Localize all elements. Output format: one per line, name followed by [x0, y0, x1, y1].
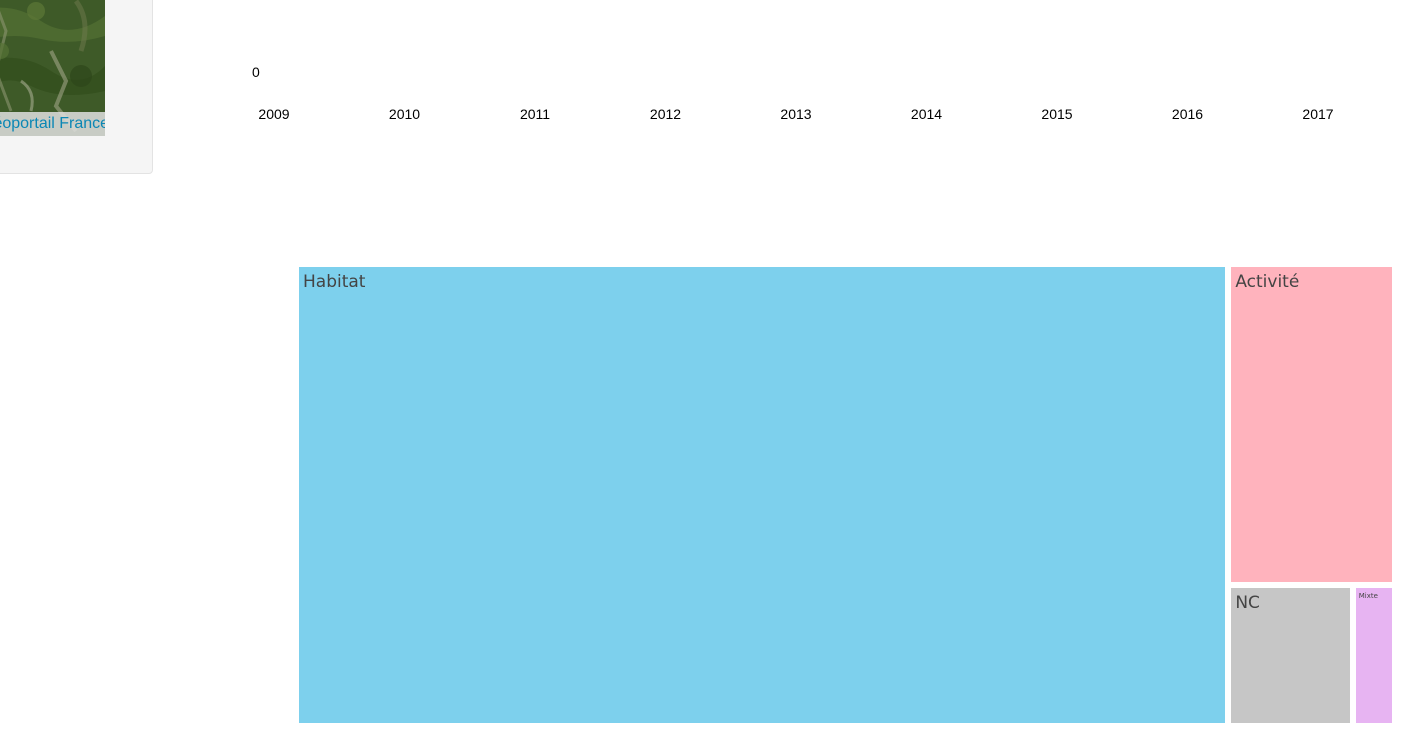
page: Géoportail France 0 20092010201120122013…: [0, 0, 1427, 752]
y-tick-label: 0: [252, 64, 260, 80]
treemap-tile-habitat[interactable]: Habitat: [299, 267, 1226, 723]
x-tick-label: 2016: [1171, 106, 1204, 122]
treemap-tile-label: Activité: [1235, 272, 1300, 292]
x-tick-label: 2012: [649, 106, 682, 122]
x-tick-label: 2017: [1302, 106, 1334, 122]
x-tick-label: 2013: [780, 106, 812, 122]
treemap-tile-activit-[interactable]: Activité: [1231, 267, 1392, 583]
treemap-tile-label: NC: [1235, 593, 1260, 614]
x-tick-label: 2009: [258, 106, 290, 122]
treemap-tile-label: Habitat: [303, 272, 366, 292]
x-tick-label: 2015: [1041, 106, 1073, 122]
time-chart: 0 2009 2010 2011 2012 2013 2014 2015 2016 2017: [0, 0, 1427, 140]
x-tick-label: 2010: [388, 106, 421, 122]
x-tick-label: 2011: [519, 106, 551, 122]
treemap-tile-nc[interactable]: NC: [1231, 588, 1350, 723]
treemap-tile-mixte[interactable]: Mixte: [1355, 588, 1392, 723]
x-tick-label: 2014: [910, 106, 943, 122]
treemap-tile-label: Mixte: [1358, 592, 1378, 601]
